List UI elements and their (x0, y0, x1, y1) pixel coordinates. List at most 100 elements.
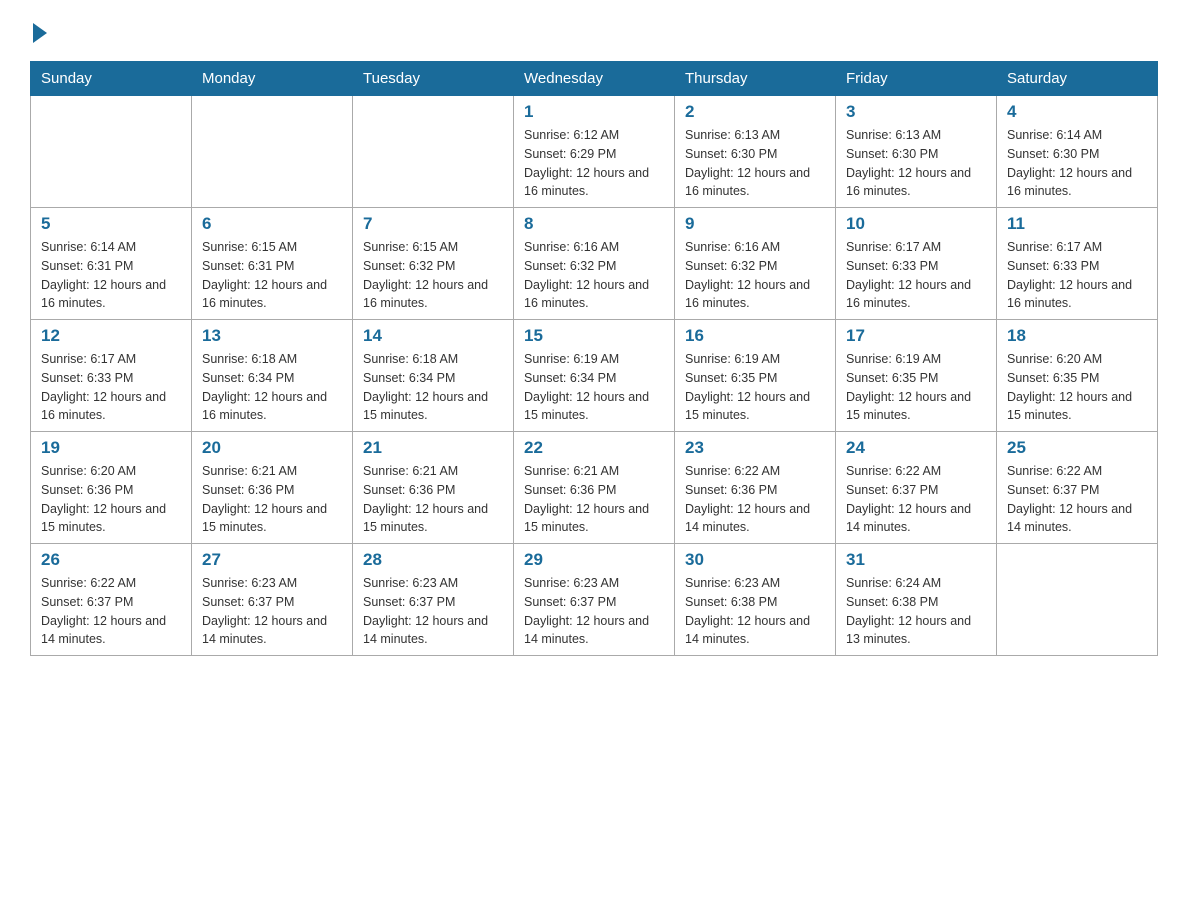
day-number: 2 (685, 102, 825, 122)
day-info: Sunrise: 6:21 AM Sunset: 6:36 PM Dayligh… (524, 462, 664, 537)
day-number: 10 (846, 214, 986, 234)
calendar-cell: 8 Sunrise: 6:16 AM Sunset: 6:32 PM Daylig… (514, 208, 675, 320)
day-info: Sunrise: 6:22 AM Sunset: 6:37 PM Dayligh… (1007, 462, 1147, 537)
day-info: Sunrise: 6:17 AM Sunset: 6:33 PM Dayligh… (1007, 238, 1147, 313)
day-number: 4 (1007, 102, 1147, 122)
calendar-week-row: 26 Sunrise: 6:22 AM Sunset: 6:37 PM Dayli… (31, 544, 1158, 656)
weekday-header-thursday: Thursday (675, 62, 836, 96)
day-number: 6 (202, 214, 342, 234)
day-number: 30 (685, 550, 825, 570)
calendar-cell: 1 Sunrise: 6:12 AM Sunset: 6:29 PM Daylig… (514, 96, 675, 208)
calendar-cell: 5 Sunrise: 6:14 AM Sunset: 6:31 PM Daylig… (31, 208, 192, 320)
day-info: Sunrise: 6:24 AM Sunset: 6:38 PM Dayligh… (846, 574, 986, 649)
day-number: 23 (685, 438, 825, 458)
calendar-cell: 16 Sunrise: 6:19 AM Sunset: 6:35 PM Dayli… (675, 320, 836, 432)
day-info: Sunrise: 6:19 AM Sunset: 6:35 PM Dayligh… (685, 350, 825, 425)
weekday-header-wednesday: Wednesday (514, 62, 675, 96)
calendar-cell: 6 Sunrise: 6:15 AM Sunset: 6:31 PM Daylig… (192, 208, 353, 320)
calendar-cell: 7 Sunrise: 6:15 AM Sunset: 6:32 PM Daylig… (353, 208, 514, 320)
day-number: 31 (846, 550, 986, 570)
calendar-cell: 30 Sunrise: 6:23 AM Sunset: 6:38 PM Dayli… (675, 544, 836, 656)
calendar-cell: 29Sunrise: 6:23 AM Sunset: 6:37 PM Dayli… (514, 544, 675, 656)
calendar-cell (31, 96, 192, 208)
calendar-cell: 12Sunrise: 6:17 AM Sunset: 6:33 PM Dayli… (31, 320, 192, 432)
calendar-week-row: 5 Sunrise: 6:14 AM Sunset: 6:31 PM Daylig… (31, 208, 1158, 320)
calendar-cell: 21 Sunrise: 6:21 AM Sunset: 6:36 PM Dayli… (353, 432, 514, 544)
day-number: 14 (363, 326, 503, 346)
day-info: Sunrise: 6:13 AM Sunset: 6:30 PM Dayligh… (846, 126, 986, 201)
day-info: Sunrise: 6:23 AM Sunset: 6:38 PM Dayligh… (685, 574, 825, 649)
calendar-cell: 2 Sunrise: 6:13 AM Sunset: 6:30 PM Daylig… (675, 96, 836, 208)
day-info: Sunrise: 6:19 AM Sunset: 6:35 PM Dayligh… (846, 350, 986, 425)
day-number: 27 (202, 550, 342, 570)
calendar-cell (353, 96, 514, 208)
calendar-cell: 9Sunrise: 6:16 AM Sunset: 6:32 PM Daylig… (675, 208, 836, 320)
day-info: Sunrise: 6:18 AM Sunset: 6:34 PM Dayligh… (363, 350, 503, 425)
day-number: 28 (363, 550, 503, 570)
day-info: Sunrise: 6:15 AM Sunset: 6:32 PM Dayligh… (363, 238, 503, 313)
calendar-cell: 11 Sunrise: 6:17 AM Sunset: 6:33 PM Dayli… (997, 208, 1158, 320)
day-number: 25 (1007, 438, 1147, 458)
calendar-cell: 3 Sunrise: 6:13 AM Sunset: 6:30 PM Daylig… (836, 96, 997, 208)
day-number: 29 (524, 550, 664, 570)
logo (30, 20, 49, 43)
calendar-cell: 23 Sunrise: 6:22 AM Sunset: 6:36 PM Dayli… (675, 432, 836, 544)
calendar-cell: 22 Sunrise: 6:21 AM Sunset: 6:36 PM Dayli… (514, 432, 675, 544)
calendar-cell: 27 Sunrise: 6:23 AM Sunset: 6:37 PM Dayli… (192, 544, 353, 656)
calendar-cell: 4 Sunrise: 6:14 AM Sunset: 6:30 PM Daylig… (997, 96, 1158, 208)
page-header (30, 20, 1158, 43)
weekday-header-sunday: Sunday (31, 62, 192, 96)
calendar-cell: 28Sunrise: 6:23 AM Sunset: 6:37 PM Dayli… (353, 544, 514, 656)
day-number: 19 (41, 438, 181, 458)
calendar-cell: 14 Sunrise: 6:18 AM Sunset: 6:34 PM Dayli… (353, 320, 514, 432)
calendar-cell: 24 Sunrise: 6:22 AM Sunset: 6:37 PM Dayli… (836, 432, 997, 544)
calendar-cell (997, 544, 1158, 656)
calendar-cell: 19Sunrise: 6:20 AM Sunset: 6:36 PM Dayli… (31, 432, 192, 544)
calendar-table: SundayMondayTuesdayWednesdayThursdayFrid… (30, 61, 1158, 656)
day-info: Sunrise: 6:19 AM Sunset: 6:34 PM Dayligh… (524, 350, 664, 425)
day-info: Sunrise: 6:22 AM Sunset: 6:37 PM Dayligh… (41, 574, 181, 649)
day-number: 7 (363, 214, 503, 234)
day-info: Sunrise: 6:12 AM Sunset: 6:29 PM Dayligh… (524, 126, 664, 201)
day-number: 12 (41, 326, 181, 346)
calendar-cell: 15Sunrise: 6:19 AM Sunset: 6:34 PM Dayli… (514, 320, 675, 432)
day-number: 22 (524, 438, 664, 458)
day-info: Sunrise: 6:18 AM Sunset: 6:34 PM Dayligh… (202, 350, 342, 425)
day-info: Sunrise: 6:14 AM Sunset: 6:31 PM Dayligh… (41, 238, 181, 313)
day-info: Sunrise: 6:17 AM Sunset: 6:33 PM Dayligh… (846, 238, 986, 313)
day-number: 21 (363, 438, 503, 458)
day-info: Sunrise: 6:22 AM Sunset: 6:36 PM Dayligh… (685, 462, 825, 537)
day-number: 16 (685, 326, 825, 346)
logo-arrow-icon (33, 23, 47, 43)
day-info: Sunrise: 6:16 AM Sunset: 6:32 PM Dayligh… (524, 238, 664, 313)
day-info: Sunrise: 6:21 AM Sunset: 6:36 PM Dayligh… (363, 462, 503, 537)
day-info: Sunrise: 6:15 AM Sunset: 6:31 PM Dayligh… (202, 238, 342, 313)
calendar-cell: 20 Sunrise: 6:21 AM Sunset: 6:36 PM Dayli… (192, 432, 353, 544)
day-number: 17 (846, 326, 986, 346)
day-number: 5 (41, 214, 181, 234)
calendar-cell: 25 Sunrise: 6:22 AM Sunset: 6:37 PM Dayli… (997, 432, 1158, 544)
day-number: 11 (1007, 214, 1147, 234)
day-number: 3 (846, 102, 986, 122)
day-number: 24 (846, 438, 986, 458)
day-number: 1 (524, 102, 664, 122)
weekday-header-row: SundayMondayTuesdayWednesdayThursdayFrid… (31, 62, 1158, 96)
calendar-cell: 26 Sunrise: 6:22 AM Sunset: 6:37 PM Dayli… (31, 544, 192, 656)
day-info: Sunrise: 6:20 AM Sunset: 6:35 PM Dayligh… (1007, 350, 1147, 425)
day-info: Sunrise: 6:23 AM Sunset: 6:37 PM Dayligh… (202, 574, 342, 649)
day-number: 18 (1007, 326, 1147, 346)
weekday-header-tuesday: Tuesday (353, 62, 514, 96)
calendar-week-row: 1 Sunrise: 6:12 AM Sunset: 6:29 PM Daylig… (31, 96, 1158, 208)
day-info: Sunrise: 6:13 AM Sunset: 6:30 PM Dayligh… (685, 126, 825, 201)
day-info: Sunrise: 6:21 AM Sunset: 6:36 PM Dayligh… (202, 462, 342, 537)
calendar-week-row: 19Sunrise: 6:20 AM Sunset: 6:36 PM Dayli… (31, 432, 1158, 544)
day-info: Sunrise: 6:16 AM Sunset: 6:32 PM Dayligh… (685, 238, 825, 313)
weekday-header-saturday: Saturday (997, 62, 1158, 96)
day-info: Sunrise: 6:22 AM Sunset: 6:37 PM Dayligh… (846, 462, 986, 537)
day-number: 8 (524, 214, 664, 234)
day-number: 26 (41, 550, 181, 570)
calendar-cell: 10 Sunrise: 6:17 AM Sunset: 6:33 PM Dayli… (836, 208, 997, 320)
day-number: 20 (202, 438, 342, 458)
day-info: Sunrise: 6:14 AM Sunset: 6:30 PM Dayligh… (1007, 126, 1147, 201)
weekday-header-friday: Friday (836, 62, 997, 96)
